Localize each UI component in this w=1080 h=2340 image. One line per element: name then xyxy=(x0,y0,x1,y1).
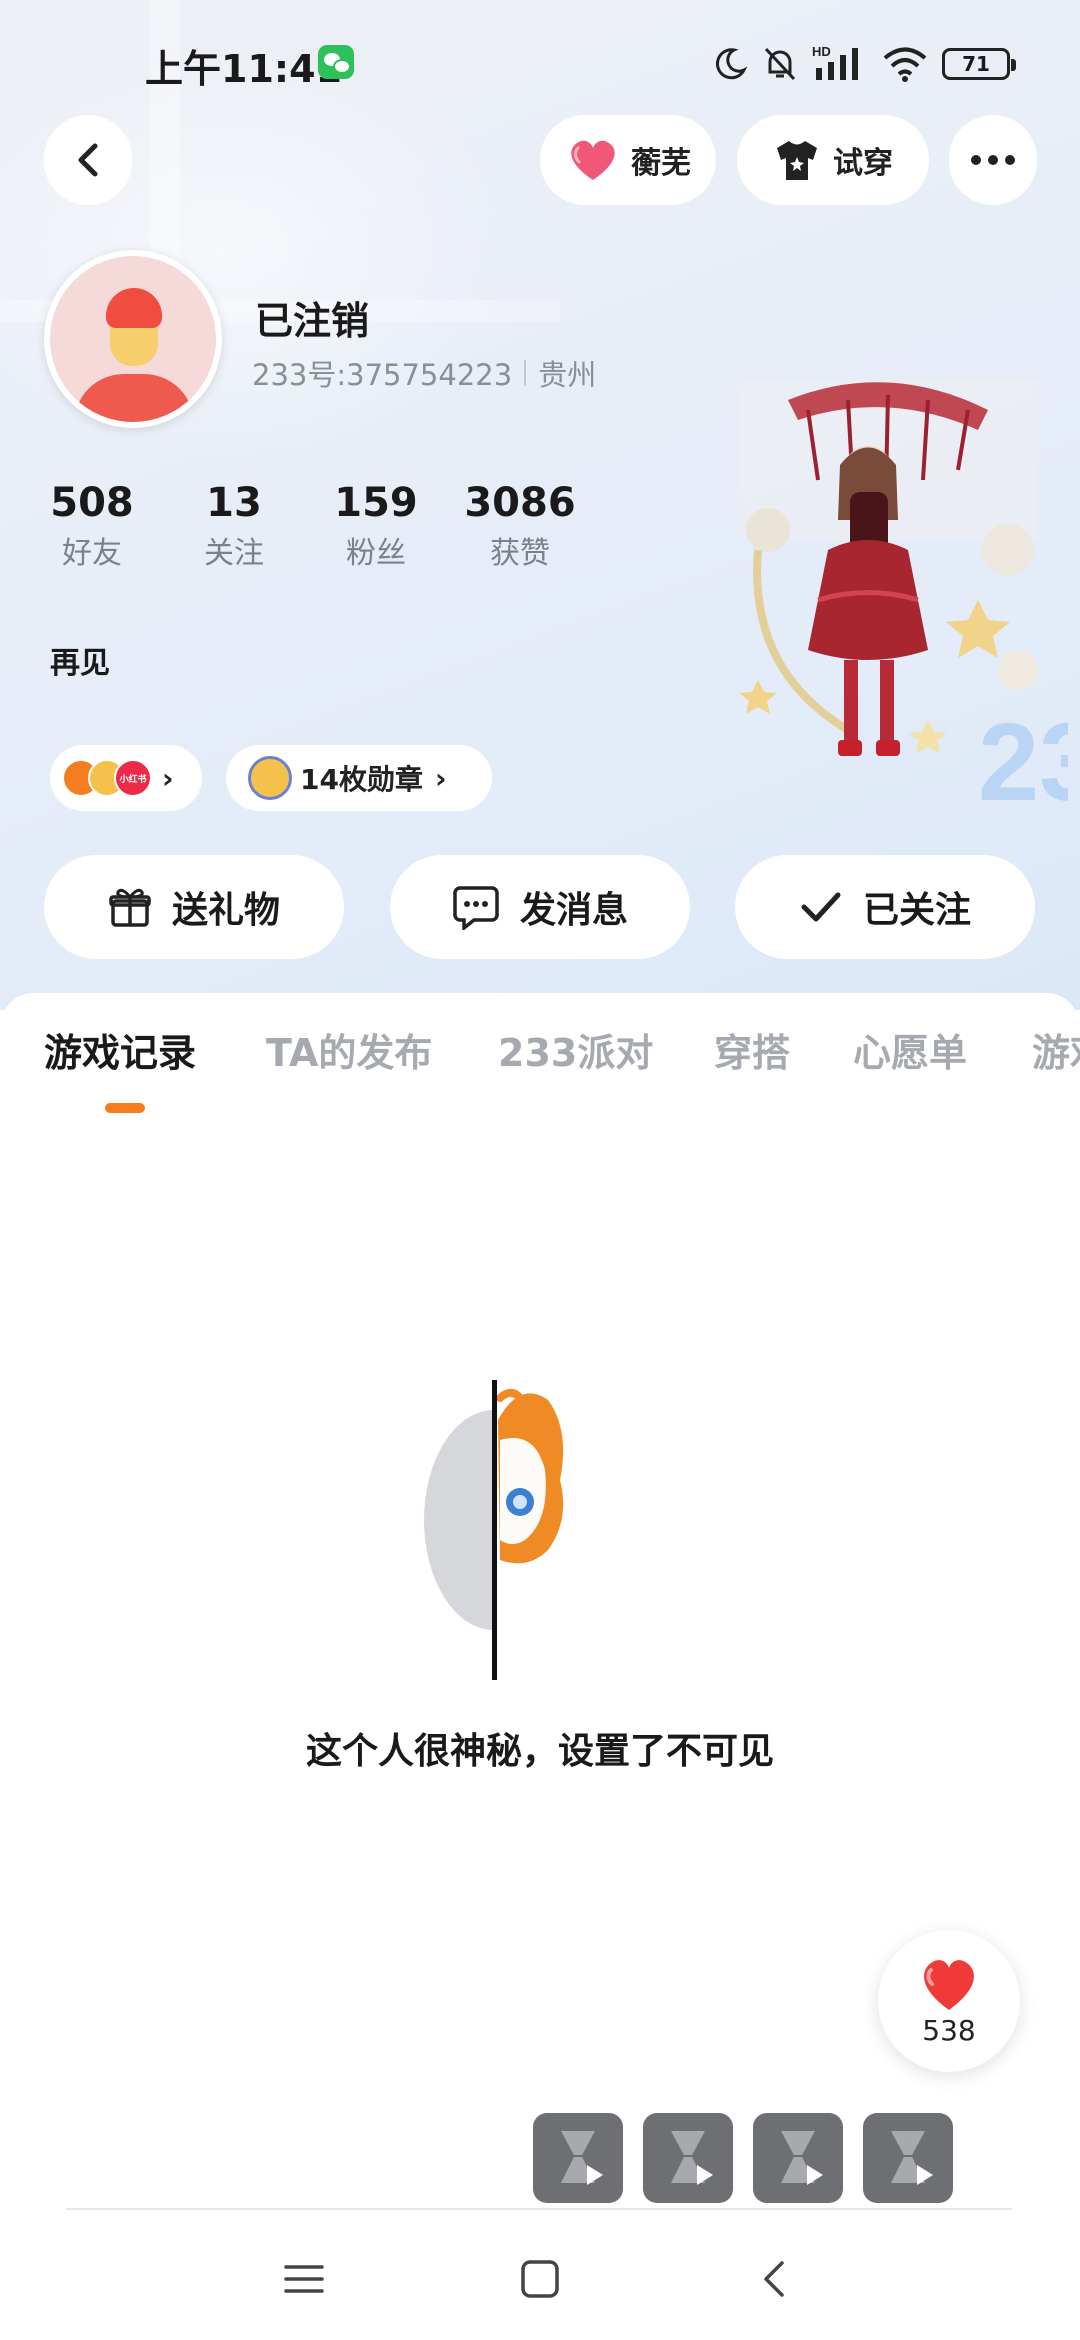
followed-label: 已关注 xyxy=(862,890,971,931)
stat-fans[interactable]: 159 粉丝 xyxy=(306,478,446,576)
heart-icon xyxy=(571,140,615,180)
play-icon xyxy=(807,2165,823,2185)
user-id-line: 233号:375754223 贵州 xyxy=(252,352,596,394)
followed-button[interactable]: 已关注 xyxy=(735,855,1035,959)
empty-state-message: 这个人很神秘，设置了不可见 xyxy=(305,1731,774,1772)
tab-games[interactable]: 游戏 xyxy=(1032,1022,1080,1077)
like-count: 538 xyxy=(922,2013,976,2047)
medal-count: 14枚勋章 xyxy=(300,763,423,796)
back-button[interactable] xyxy=(44,115,132,205)
avatar-body xyxy=(74,374,194,422)
stat-friends[interactable]: 508 好友 xyxy=(22,478,162,576)
wifi-icon xyxy=(883,47,927,82)
stat-value: 3086 xyxy=(464,480,576,526)
social-accounts-badge[interactable]: 小红书 › xyxy=(50,745,202,811)
back-icon xyxy=(78,143,98,177)
battery-icon: 71 xyxy=(942,48,1016,80)
user-bio: 再见 xyxy=(50,646,110,681)
loading-thumbnail[interactable] xyxy=(753,2113,843,2203)
play-icon xyxy=(587,2165,603,2185)
try-on-label: 试穿 xyxy=(833,146,893,181)
play-icon xyxy=(917,2165,933,2185)
stat-label: 粉丝 xyxy=(346,536,406,571)
medal-icon xyxy=(248,756,292,800)
more-icon xyxy=(971,155,1015,165)
avatar-hair xyxy=(106,288,162,328)
wechat-icon xyxy=(318,45,354,79)
system-navigation-bar xyxy=(0,2210,1080,2340)
send-gift-button[interactable]: 送礼物 xyxy=(44,855,344,959)
signal-icon: HD xyxy=(812,44,858,80)
tab-233-party[interactable]: 233派对 xyxy=(498,1022,653,1077)
tab-wishlist[interactable]: 心愿单 xyxy=(853,1022,967,1077)
stat-value: 159 xyxy=(334,480,418,526)
user-id: 233号:375754223 xyxy=(252,358,513,392)
send-gift-label: 送礼物 xyxy=(171,890,280,931)
system-back-icon[interactable] xyxy=(752,2255,800,2303)
bell-off-icon xyxy=(764,47,796,81)
menu-icon[interactable] xyxy=(280,2255,328,2303)
watermark-233: 233 xyxy=(978,701,1068,810)
more-options-button[interactable] xyxy=(949,115,1037,205)
send-message-button[interactable]: 发消息 xyxy=(390,855,690,959)
play-icon xyxy=(697,2165,713,2185)
favorite-button[interactable]: 蘅芜 xyxy=(540,115,716,205)
tab-outfits[interactable]: 穿搭 xyxy=(714,1022,790,1077)
loading-thumbnail[interactable] xyxy=(863,2113,953,2203)
id-separator xyxy=(524,360,527,386)
favorite-label: 蘅芜 xyxy=(631,146,691,181)
medals-badge[interactable]: 14枚勋章 › xyxy=(226,745,492,811)
home-icon[interactable] xyxy=(516,2255,564,2303)
try-on-button[interactable]: 试穿 xyxy=(737,115,929,205)
active-tab-indicator xyxy=(105,1103,145,1113)
check-icon xyxy=(801,892,841,922)
stat-value: 508 xyxy=(50,480,134,526)
stat-label: 关注 xyxy=(204,536,264,571)
moon-icon xyxy=(715,48,748,80)
network-type-label: HD xyxy=(812,44,831,59)
chevron-right-icon: › xyxy=(162,761,174,795)
stat-value: 13 xyxy=(206,480,262,526)
profile-tabs: 游戏记录 TA的发布 233派对 穿搭 心愿单 游戏 xyxy=(0,1022,1080,1092)
username: 已注销 xyxy=(255,299,370,343)
gift-icon xyxy=(109,888,151,927)
like-floating-button[interactable]: 538 xyxy=(878,1930,1020,2072)
shirt-icon xyxy=(777,141,817,180)
loading-thumbnail[interactable] xyxy=(533,2113,623,2203)
loading-thumbnails xyxy=(533,2113,953,2203)
status-time: 上午11:41 xyxy=(145,47,342,91)
tab-game-records[interactable]: 游戏记录 xyxy=(44,1022,196,1077)
stat-label: 好友 xyxy=(62,536,122,571)
avatar[interactable] xyxy=(44,250,222,428)
status-bar: 上午11:41 HD 71 xyxy=(0,0,1080,120)
xiaohongshu-icon: 小红书 xyxy=(114,759,152,797)
tab-posts[interactable]: TA的发布 xyxy=(266,1022,432,1077)
loading-thumbnail[interactable] xyxy=(643,2113,733,2203)
message-icon xyxy=(453,886,499,930)
user-location: 贵州 xyxy=(538,358,597,392)
stat-label: 获赞 xyxy=(490,536,550,571)
stat-likes[interactable]: 3086 获赞 xyxy=(450,478,590,576)
stat-following[interactable]: 13 关注 xyxy=(164,478,304,576)
send-message-label: 发消息 xyxy=(519,890,628,931)
status-icons: HD 71 xyxy=(712,42,1016,86)
peeking-mascot-illustration xyxy=(424,1380,564,1680)
heart-icon xyxy=(924,1959,974,2010)
avatar-character-illustration[interactable]: 233 xyxy=(728,370,1068,810)
chevron-right-icon: › xyxy=(434,761,447,795)
